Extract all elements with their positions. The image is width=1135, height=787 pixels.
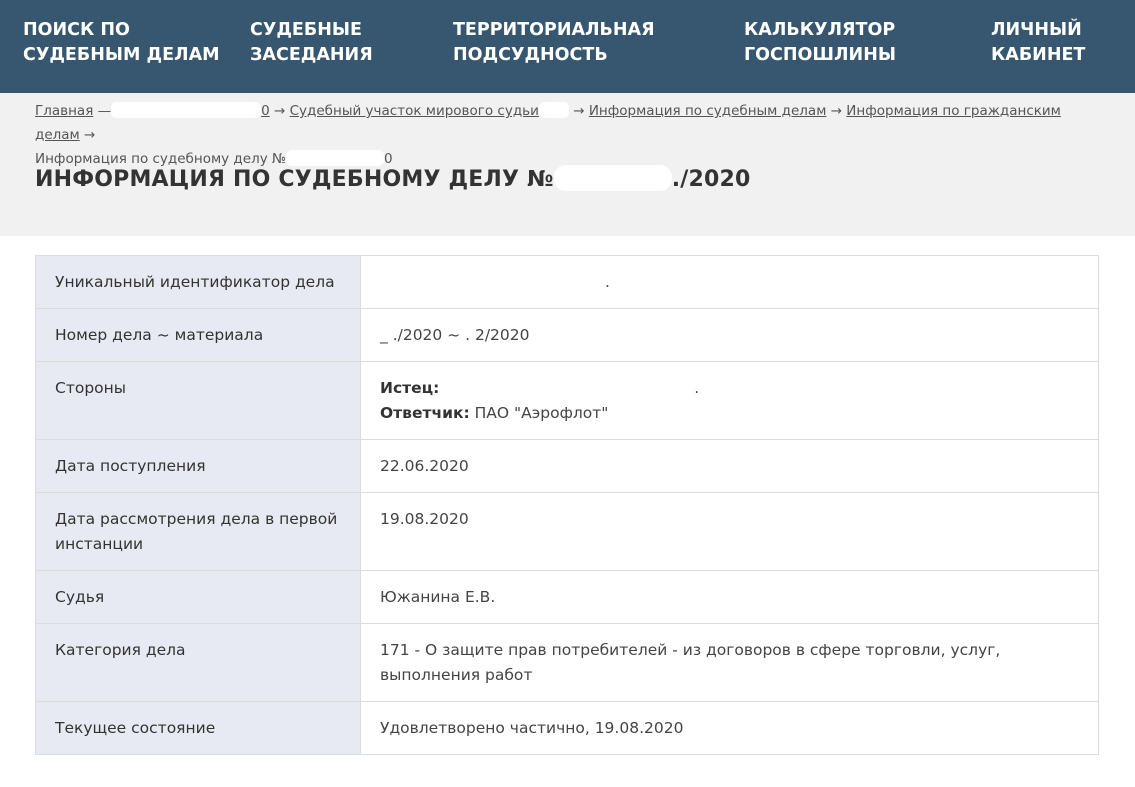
- nav-case-search[interactable]: Поиск по судебным делам: [23, 18, 220, 68]
- nav-fee-calculator-line2: госпошлины: [744, 45, 896, 65]
- nav-court-hearings[interactable]: Судебные заседания: [250, 18, 373, 68]
- row-label: Текущее состояние: [35, 701, 361, 755]
- plaintiff-value: .: [694, 379, 700, 397]
- unique-id-text: .: [605, 273, 610, 291]
- nav-fee-calculator-line1: Калькулятор: [744, 20, 896, 40]
- nav-court-hearings-line1: Судебные: [250, 20, 362, 40]
- nav-case-search-line2: судебным делам: [23, 45, 220, 65]
- redacted-area: [538, 102, 569, 118]
- nav-court-hearings-line2: заседания: [250, 45, 373, 65]
- row-value-category: 171 - О защите прав потребителей - из до…: [360, 623, 1099, 702]
- header-band: Главная — 0 → Судебный участок мирового с…: [0, 93, 1135, 236]
- plaintiff-label: Истец:: [380, 379, 440, 397]
- table-row: Стороны Истец: . Ответчик: ПАО "Аэрофлот…: [35, 361, 1099, 440]
- page-title-suffix: ./2020: [671, 167, 751, 192]
- row-label: Судья: [35, 570, 361, 624]
- table-row: Номер дела ~ материала _ ./2020 ~ . 2/20…: [35, 308, 1099, 362]
- row-label: Уникальный идентификатор дела: [35, 255, 361, 309]
- nav-case-search-line1: Поиск по: [23, 20, 130, 40]
- row-label: Дата рассмотрения дела в первой инстанци…: [35, 492, 361, 571]
- breadcrumb-arrow: →: [274, 103, 286, 119]
- breadcrumb-partial-link[interactable]: 0: [261, 103, 270, 119]
- breadcrumb-arrow: →: [573, 103, 585, 119]
- nav-personal-account[interactable]: Личный кабинет: [991, 18, 1085, 68]
- redacted-area: [553, 165, 672, 191]
- nav-personal-account-line1: Личный: [991, 20, 1082, 40]
- row-value-receipt-date: 22.06.2020: [360, 439, 1099, 493]
- table-row: Уникальный идентификатор дела .: [35, 255, 1099, 309]
- redacted-area: [111, 102, 262, 118]
- breadcrumb-cases-info-link[interactable]: Информация по судебным делам: [589, 103, 827, 119]
- breadcrumb: Главная — 0 → Судебный участок мирового с…: [35, 99, 1105, 171]
- redacted-area: [286, 150, 385, 166]
- breadcrumb-court-link[interactable]: Судебный участок мирового судьи: [290, 103, 539, 119]
- nav-fee-calculator[interactable]: Калькулятор госпошлины: [744, 18, 896, 68]
- breadcrumb-arrow: →: [84, 127, 96, 143]
- row-value-case-number: _ ./2020 ~ . 2/2020: [360, 308, 1099, 362]
- row-label: Категория дела: [35, 623, 361, 702]
- row-value-status: Удовлетворено частично, 19.08.2020: [360, 701, 1099, 755]
- table-row: Дата рассмотрения дела в первой инстанци…: [35, 492, 1099, 571]
- row-label: Номер дела ~ материала: [35, 308, 361, 362]
- page-title-prefix: ИНФОРМАЦИЯ ПО СУДЕБНОМУ ДЕЛУ №: [35, 167, 554, 192]
- row-value-hearing-date: 19.08.2020: [360, 492, 1099, 571]
- defendant-label: Ответчик:: [380, 404, 470, 422]
- nav-jurisdiction[interactable]: Территориальная подсудность: [453, 18, 655, 68]
- defendant-value: ПАО "Аэрофлот": [474, 404, 609, 422]
- nav-personal-account-line2: кабинет: [991, 45, 1086, 65]
- row-value-unique-id: .: [360, 255, 1099, 309]
- breadcrumb-home-tail: —: [93, 103, 112, 119]
- row-label: Стороны: [35, 361, 361, 440]
- top-navigation: Поиск по судебным делам Судебные заседан…: [0, 0, 1135, 93]
- table-row: Дата поступления 22.06.2020: [35, 439, 1099, 493]
- case-info-table: Уникальный идентификатор дела . Номер де…: [35, 255, 1099, 755]
- nav-jurisdiction-line2: подсудность: [453, 45, 608, 65]
- row-label: Дата поступления: [35, 439, 361, 493]
- row-value-parties: Истец: . Ответчик: ПАО "Аэрофлот": [360, 361, 1099, 440]
- page-title: ИНФОРМАЦИЯ ПО СУДЕБНОМУ ДЕЛУ № ./2020: [35, 165, 751, 192]
- table-row: Судья Южанина Е.В.: [35, 570, 1099, 624]
- nav-jurisdiction-line1: Территориальная: [453, 20, 655, 40]
- row-value-judge: Южанина Е.В.: [360, 570, 1099, 624]
- breadcrumb-arrow: →: [830, 103, 842, 119]
- table-row: Текущее состояние Удовлетворено частично…: [35, 701, 1099, 755]
- breadcrumb-home-link[interactable]: Главная: [35, 103, 93, 119]
- table-row: Категория дела 171 - О защите прав потре…: [35, 623, 1099, 702]
